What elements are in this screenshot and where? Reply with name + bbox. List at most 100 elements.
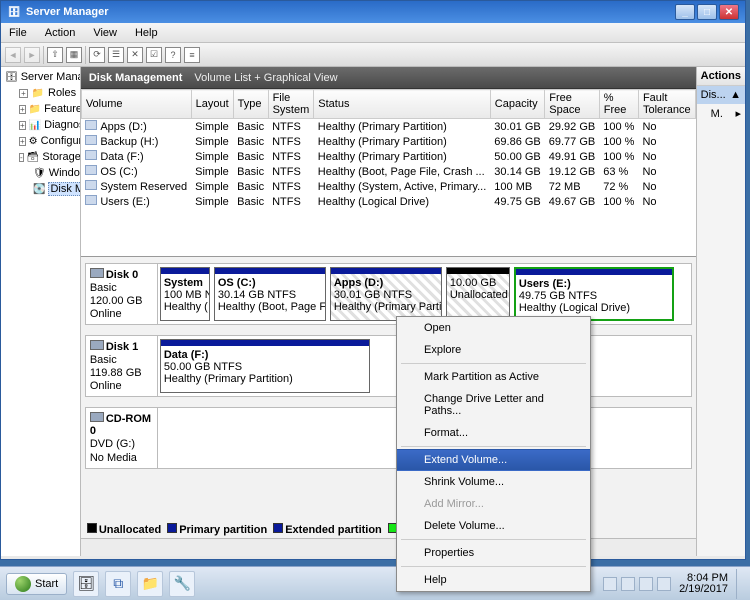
volume-icon (85, 120, 97, 130)
list-icon[interactable]: ≡ (184, 47, 200, 63)
volume-row[interactable]: System ReservedSimpleBasicNTFSHealthy (S… (81, 179, 695, 194)
volume-list[interactable]: VolumeLayoutTypeFile SystemStatusCapacit… (81, 89, 696, 257)
props-icon[interactable]: ☑ (146, 47, 162, 63)
tree-storage[interactable]: -🗃Storage (1, 149, 80, 165)
volume-row[interactable]: Backup (H:)SimpleBasicNTFSHealthy (Prima… (81, 134, 695, 149)
ql-powershell[interactable]: ⧉ (105, 571, 131, 597)
help-icon[interactable]: ? (165, 47, 181, 63)
disk-row[interactable]: Disk 0Basic120.00 GBOnlineSystem100 MB N… (85, 263, 692, 325)
tree-diagnostics[interactable]: +📊Diagnostics (1, 117, 80, 133)
system-tray[interactable] (603, 577, 671, 591)
partition[interactable]: Users (E:)49.75 GB NTFSHealthy (Logical … (514, 267, 674, 321)
ctx-change-drive-letter-and-paths[interactable]: Change Drive Letter and Paths... (397, 388, 590, 422)
tray-network-icon[interactable] (639, 577, 653, 591)
tree-disk-management[interactable]: 💽Disk Manageme (1, 181, 80, 197)
volume-row[interactable]: Data (F:)SimpleBasicNTFSHealthy (Primary… (81, 149, 695, 164)
tree-windows-server-backup[interactable]: 🛡Windows Serve (1, 165, 80, 181)
ql-server-manager[interactable]: 🗄 (73, 571, 99, 597)
expand-icon[interactable]: + (19, 105, 26, 114)
expand-icon[interactable]: + (19, 137, 26, 146)
volume-icon (85, 165, 97, 175)
col-header[interactable]: Status (314, 90, 491, 119)
clock[interactable]: 8:04 PM 2/19/2017 (679, 573, 728, 595)
view-icon[interactable]: ☰ (108, 47, 124, 63)
col-header[interactable]: Layout (191, 90, 233, 119)
actions-disk[interactable]: Dis...▲ (697, 86, 745, 104)
volume-icon (85, 135, 97, 145)
col-header[interactable]: Fault Tolerance (638, 90, 695, 119)
toolbar: ◄ ► ⇧ ▦ ⟳ ☰ ✕ ☑ ? ≡ (1, 43, 745, 67)
tree-configuration[interactable]: +⚙Configuration (1, 133, 80, 149)
ql-tools[interactable]: 🔧 (169, 571, 195, 597)
menu-file[interactable]: File (5, 26, 31, 40)
col-header[interactable]: File System (268, 90, 314, 119)
partition[interactable]: OS (C:)30.14 GB NTFSHealthy (Boot, Page … (214, 267, 326, 321)
tray-sound-icon[interactable] (657, 577, 671, 591)
ctx-explore[interactable]: Explore (397, 339, 590, 361)
ctx-help[interactable]: Help (397, 569, 590, 591)
ctx-open[interactable]: Open (397, 317, 590, 339)
server-icon: 🗄 (5, 70, 18, 84)
refresh-icon[interactable]: ⟳ (89, 47, 105, 63)
min-button[interactable]: _ (675, 4, 695, 20)
ctx-delete-volume[interactable]: Delete Volume... (397, 515, 590, 537)
ctx-properties[interactable]: Properties (397, 542, 590, 564)
graphical-view[interactable]: Disk 0Basic120.00 GBOnlineSystem100 MB N… (81, 257, 696, 538)
navigation-tree[interactable]: 🗄 Server Manager (WII +📁Roles +📁Features… (1, 67, 81, 556)
disk-management-pane: Disk Management Volume List + Graphical … (81, 67, 696, 556)
expand-icon[interactable]: + (19, 89, 28, 98)
ctx-shrink-volume[interactable]: Shrink Volume... (397, 471, 590, 493)
tree-root[interactable]: 🗄 Server Manager (WII (1, 69, 80, 85)
start-button[interactable]: Start (6, 573, 67, 595)
menu-view[interactable]: View (89, 26, 121, 40)
col-header[interactable]: % Free (599, 90, 638, 119)
submenu-arrow-icon: ▸ (735, 107, 741, 120)
volume-row[interactable]: Apps (D:)SimpleBasicNTFSHealthy (Primary… (81, 119, 695, 135)
volume-context-menu[interactable]: OpenExplore Mark Partition as ActiveChang… (396, 316, 591, 592)
ql-explorer[interactable]: 📁 (137, 571, 163, 597)
tree-features[interactable]: +📁Features (1, 101, 80, 117)
window-title: Server Manager (26, 6, 109, 18)
volume-icon (85, 180, 97, 190)
taskbar[interactable]: Start 🗄 ⧉ 📁 🔧 8:04 PM 2/19/2017 (0, 566, 750, 600)
titlebar[interactable]: 🗄 Server Manager _ □ ✕ (1, 1, 745, 23)
ctx-mark-partition-as-active[interactable]: Mark Partition as Active (397, 366, 590, 388)
back-icon[interactable]: ◄ (5, 47, 21, 63)
disk-icon (90, 340, 104, 350)
volume-icon (85, 195, 97, 205)
tray-flag-icon[interactable] (621, 577, 635, 591)
legend-item: Unallocated (87, 523, 161, 536)
partition[interactable]: Data (F:)50.00 GB NTFSHealthy (Primary P… (160, 339, 370, 393)
ctx-format[interactable]: Format... (397, 422, 590, 444)
volume-row[interactable]: Users (E:)SimpleBasicNTFSHealthy (Logica… (81, 194, 695, 209)
menu-help[interactable]: Help (131, 26, 162, 40)
expand-icon[interactable]: + (19, 121, 26, 130)
partition[interactable]: Apps (D:)30.01 GB NTFSHealthy (Primary P… (330, 267, 442, 321)
close-button[interactable]: ✕ (719, 4, 739, 20)
tree-roles[interactable]: +📁Roles (1, 85, 80, 101)
actions-pane: Actions Dis...▲ M.▸ (696, 67, 745, 556)
legend-item: Primary partition (167, 523, 267, 536)
app-icon: 🗄 (7, 5, 21, 19)
tray-icon[interactable] (603, 577, 617, 591)
disk-row[interactable]: CD-ROM 0DVD (G:)No Media (85, 407, 692, 469)
volume-row[interactable]: OS (C:)SimpleBasicNTFSHealthy (Boot, Pag… (81, 164, 695, 179)
col-header[interactable]: Volume (81, 90, 191, 119)
del-icon[interactable]: ✕ (127, 47, 143, 63)
server-manager-window: 🗄 Server Manager _ □ ✕ File Action View … (0, 0, 746, 560)
fwd-icon[interactable]: ► (24, 47, 40, 63)
actions-more[interactable]: M.▸ (697, 104, 745, 123)
col-header[interactable]: Capacity (490, 90, 544, 119)
grid-icon[interactable]: ▦ (66, 47, 82, 63)
disk-row[interactable]: Disk 1Basic119.88 GBOnlineData (F:)50.00… (85, 335, 692, 397)
ctx-extend-volume[interactable]: Extend Volume... (397, 449, 590, 471)
collapse-icon[interactable]: - (19, 153, 24, 162)
partition[interactable]: 10.00 GBUnallocated (446, 267, 510, 321)
up-icon[interactable]: ⇧ (47, 47, 63, 63)
col-header[interactable]: Free Space (545, 90, 599, 119)
partition[interactable]: System100 MB NHealthy ( (160, 267, 210, 321)
show-desktop[interactable] (736, 569, 744, 599)
col-header[interactable]: Type (233, 90, 268, 119)
menu-action[interactable]: Action (41, 26, 80, 40)
max-button[interactable]: □ (697, 4, 717, 20)
